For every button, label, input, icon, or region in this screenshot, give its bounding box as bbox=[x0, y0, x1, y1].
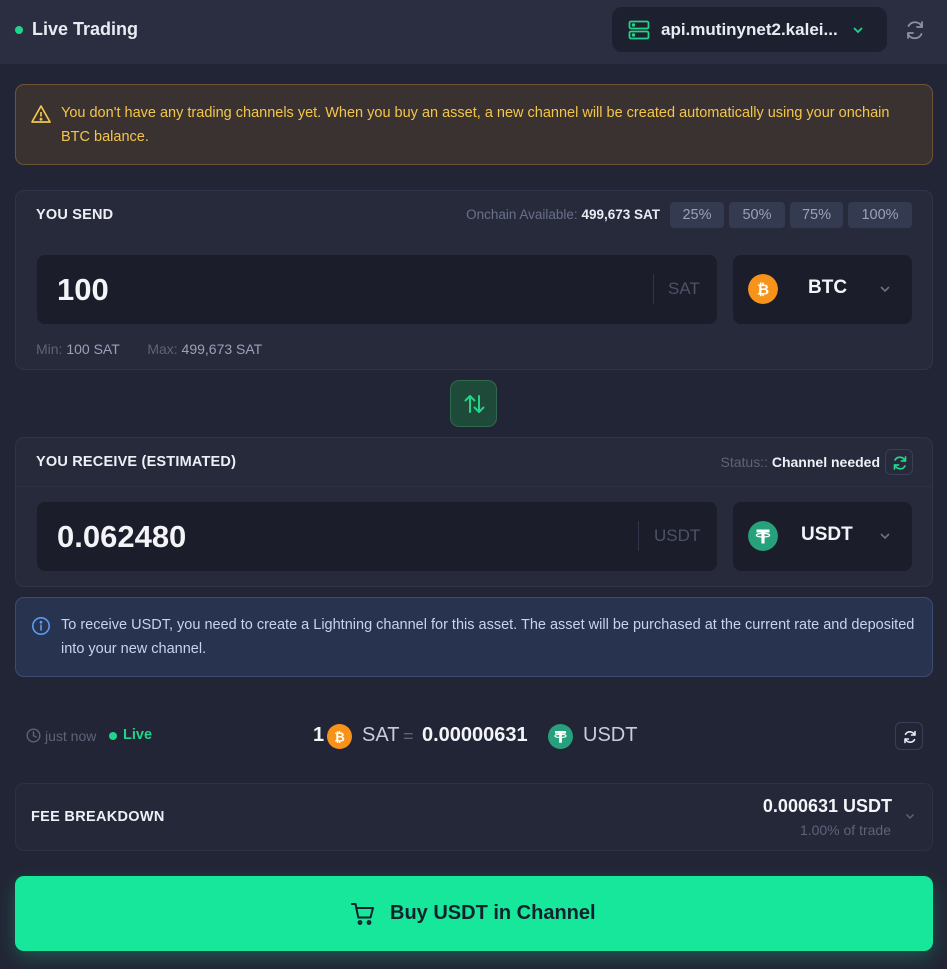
svg-text:₿: ₿ bbox=[334, 730, 345, 745]
available-label: Onchain Available: bbox=[466, 207, 578, 222]
rate-from-unit: SAT bbox=[362, 724, 400, 746]
receive-unit: USDT bbox=[654, 526, 701, 545]
chevron-down-icon bbox=[880, 533, 890, 540]
channel-status: Status:: Channel needed bbox=[721, 454, 881, 470]
percent-25-button[interactable]: 25% bbox=[670, 202, 724, 228]
channel-info-banner: To receive USDT, you need to create a Li… bbox=[15, 597, 933, 677]
chevron-down-icon bbox=[905, 813, 915, 820]
live-status-dot bbox=[15, 26, 23, 34]
send-panel: YOU SEND Onchain Available: 499,673 SAT … bbox=[15, 190, 933, 370]
usdt-icon bbox=[548, 724, 573, 749]
receive-amount-value: 0.062480 bbox=[57, 519, 187, 554]
send-amount-input[interactable]: 100 SAT bbox=[37, 255, 717, 324]
swap-direction-button[interactable] bbox=[450, 380, 497, 427]
available-value: 499,673 SAT bbox=[581, 207, 660, 222]
server-icon bbox=[628, 20, 650, 40]
btc-icon: ₿ bbox=[327, 724, 352, 749]
min-label: Min: bbox=[36, 341, 63, 357]
no-channels-warning: You don't have any trading channels yet.… bbox=[15, 84, 933, 165]
rate-to-unit: USDT bbox=[583, 724, 638, 746]
refresh-icon[interactable] bbox=[902, 17, 928, 43]
chevron-down-icon bbox=[853, 27, 863, 34]
status-refresh-button[interactable] bbox=[885, 449, 913, 475]
min-value: 100 SAT bbox=[66, 341, 120, 357]
rate-updated-time: just now bbox=[45, 728, 97, 744]
receive-asset-label: USDT bbox=[801, 524, 853, 545]
live-indicator-label: Live bbox=[123, 727, 153, 743]
receive-title: YOU RECEIVE (ESTIMATED) bbox=[36, 454, 237, 470]
unit-divider bbox=[653, 274, 654, 304]
onchain-available: Onchain Available: 499,673 SAT bbox=[466, 207, 660, 222]
receive-amount-field: 0.062480 USDT bbox=[37, 502, 717, 571]
info-circle-icon bbox=[32, 617, 50, 635]
percent-100-button[interactable]: 100% bbox=[848, 202, 912, 228]
send-unit: SAT bbox=[668, 279, 700, 298]
warning-triangle-icon bbox=[31, 105, 51, 123]
top-bar: Live Trading api.mutinynet2.kalei... bbox=[0, 0, 947, 64]
info-text: To receive USDT, you need to create a Li… bbox=[61, 617, 915, 657]
status-label: Status:: bbox=[720, 454, 768, 470]
buy-usdt-button[interactable]: Buy USDT in Channel bbox=[15, 876, 933, 951]
send-asset-selector[interactable]: ₿ BTC bbox=[733, 255, 912, 324]
status-value: Channel needed bbox=[771, 454, 880, 470]
send-asset-label: BTC bbox=[808, 277, 848, 298]
fee-breakdown-toggle[interactable]: FEE BREAKDOWN 0.000631 USDT 1.00% of tra… bbox=[15, 783, 933, 851]
send-title: YOU SEND bbox=[36, 207, 114, 223]
rate-to-amount: 0.00000631 bbox=[422, 724, 528, 746]
usdt-icon bbox=[748, 521, 778, 551]
buy-button-label: Buy USDT in Channel bbox=[390, 902, 596, 924]
refresh-icon bbox=[893, 456, 907, 470]
rate-from-amount: 1 bbox=[313, 724, 325, 746]
fee-amount: 0.000631 USDT bbox=[762, 796, 892, 816]
percent-50-button[interactable]: 50% bbox=[729, 202, 785, 228]
percent-75-button[interactable]: 75% bbox=[790, 202, 843, 228]
fee-percent: 1.00% of trade bbox=[799, 822, 891, 838]
send-limits: Min: 100 SAT Max: 499,673 SAT bbox=[36, 341, 262, 357]
clock-icon bbox=[26, 728, 41, 743]
rate-equals: = bbox=[403, 726, 414, 746]
chevron-down-icon bbox=[880, 286, 890, 293]
refresh-icon bbox=[904, 730, 916, 744]
live-indicator-dot bbox=[109, 732, 117, 740]
rate-refresh-button[interactable] bbox=[895, 722, 923, 750]
btc-icon: ₿ bbox=[748, 274, 778, 304]
receive-divider bbox=[16, 486, 932, 487]
unit-divider bbox=[638, 521, 639, 551]
cart-icon bbox=[351, 903, 374, 925]
fee-title: FEE BREAKDOWN bbox=[31, 809, 165, 825]
receive-panel: YOU RECEIVE (ESTIMATED) Status:: Channel… bbox=[15, 437, 933, 587]
svg-text:₿: ₿ bbox=[757, 281, 769, 299]
receive-asset-selector[interactable]: USDT bbox=[733, 502, 912, 571]
server-url: api.mutinynet2.kalei... bbox=[661, 20, 838, 39]
max-value: 499,673 SAT bbox=[181, 341, 263, 357]
server-selector[interactable]: api.mutinynet2.kalei... bbox=[612, 7, 887, 52]
warning-text: You don't have any trading channels yet.… bbox=[61, 105, 890, 145]
swap-arrows-icon bbox=[464, 395, 485, 413]
max-label: Max: bbox=[147, 341, 178, 357]
page-title: Live Trading bbox=[32, 19, 139, 39]
send-amount-value: 100 bbox=[57, 272, 109, 307]
